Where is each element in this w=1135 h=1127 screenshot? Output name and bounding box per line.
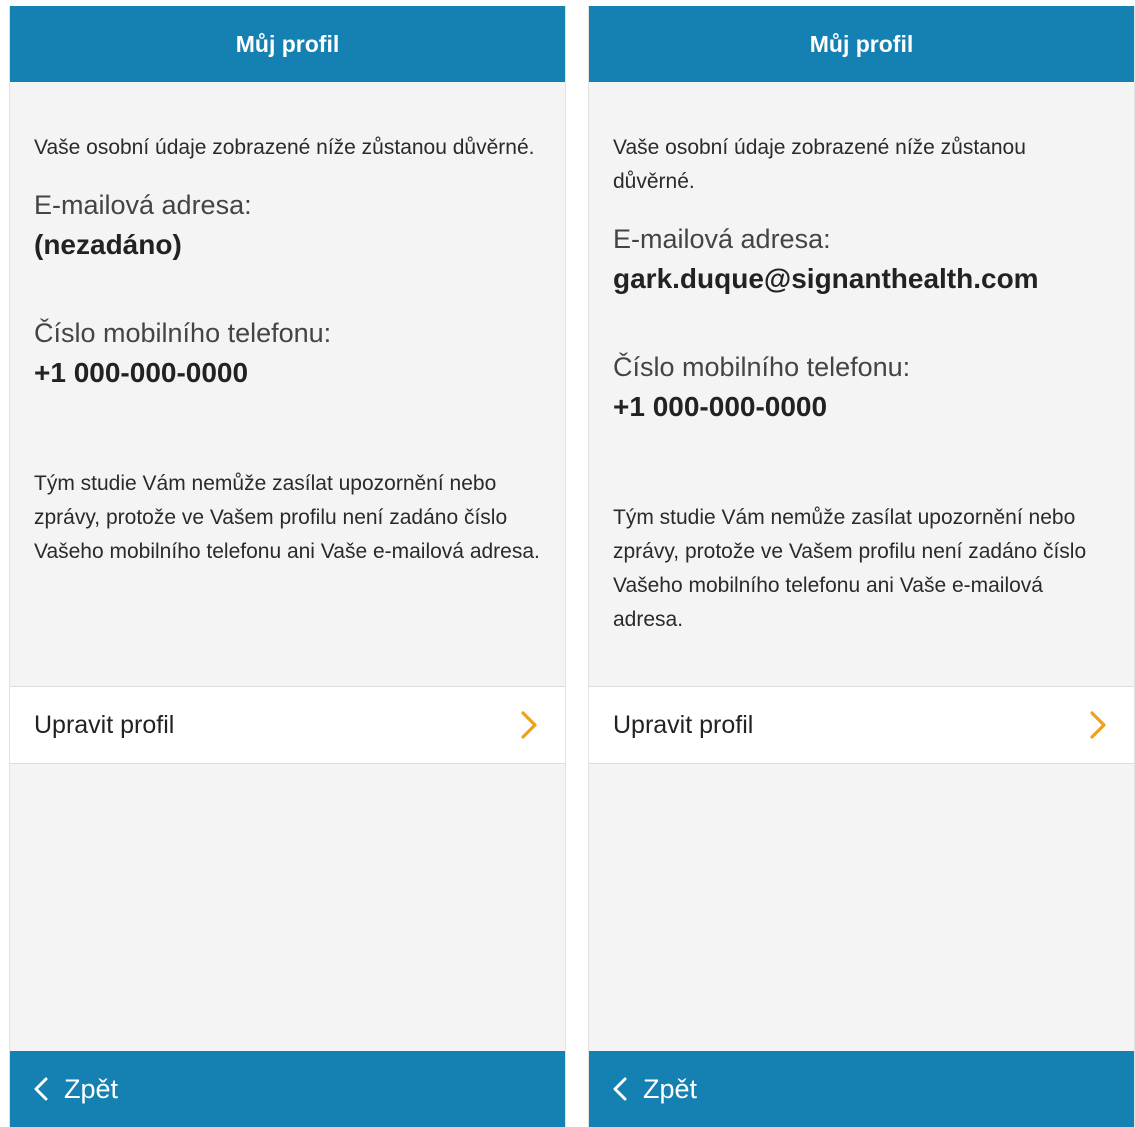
back-button[interactable]: Zpět xyxy=(10,1051,565,1127)
phone-value: +1 000-000-0000 xyxy=(34,357,249,388)
email-value: (nezadáno) xyxy=(34,229,182,260)
phone-label: Číslo mobilního telefonu: xyxy=(34,318,332,348)
profile-screen-empty-email: Můj profil Vaše osobní údaje zobrazené n… xyxy=(9,6,566,1127)
privacy-intro-text: Vaše osobní údaje zobrazené níže zůstano… xyxy=(34,136,535,159)
app-header: Můj profil xyxy=(10,6,565,82)
phone-label: Číslo mobilního telefonu: xyxy=(613,352,911,382)
comparison-stage: Můj profil Vaše osobní údaje zobrazené n… xyxy=(0,0,1135,1127)
edit-profile-label: Upravit profil xyxy=(613,710,754,739)
notification-notice-text: Tým studie Vám nemůže zasílat upozornění… xyxy=(34,472,540,563)
page-title: Můj profil xyxy=(809,30,914,57)
back-label: Zpět xyxy=(64,1073,119,1104)
profile-content: Vaše osobní údaje zobrazené níže zůstano… xyxy=(10,82,565,569)
email-value: gark.duque@signanthealth.com xyxy=(613,263,1039,294)
phone-value: +1 000-000-0000 xyxy=(613,391,828,422)
edit-profile-button[interactable]: Upravit profil xyxy=(589,686,1134,764)
app-header: Můj profil xyxy=(589,6,1134,82)
privacy-intro-text: Vaše osobní údaje zobrazené níže zůstano… xyxy=(613,136,1026,193)
page-title: Můj profil xyxy=(235,30,340,57)
chevron-right-icon xyxy=(1086,710,1110,740)
notification-notice-text: Tým studie Vám nemůže zasílat upozornění… xyxy=(613,506,1087,631)
chevron-left-icon xyxy=(34,1075,54,1103)
profile-screen-with-email: Můj profil Vaše osobní údaje zobrazené n… xyxy=(588,6,1135,1127)
edit-profile-button[interactable]: Upravit profil xyxy=(10,686,565,764)
email-label: E-mailová adresa: xyxy=(34,190,252,220)
profile-content: Vaše osobní údaje zobrazené níže zůstano… xyxy=(589,82,1134,637)
back-label: Zpět xyxy=(643,1073,698,1104)
chevron-right-icon xyxy=(517,710,541,740)
chevron-left-icon xyxy=(613,1075,633,1103)
edit-profile-label: Upravit profil xyxy=(34,710,175,739)
back-button[interactable]: Zpět xyxy=(589,1051,1134,1127)
email-label: E-mailová adresa: xyxy=(613,224,831,254)
